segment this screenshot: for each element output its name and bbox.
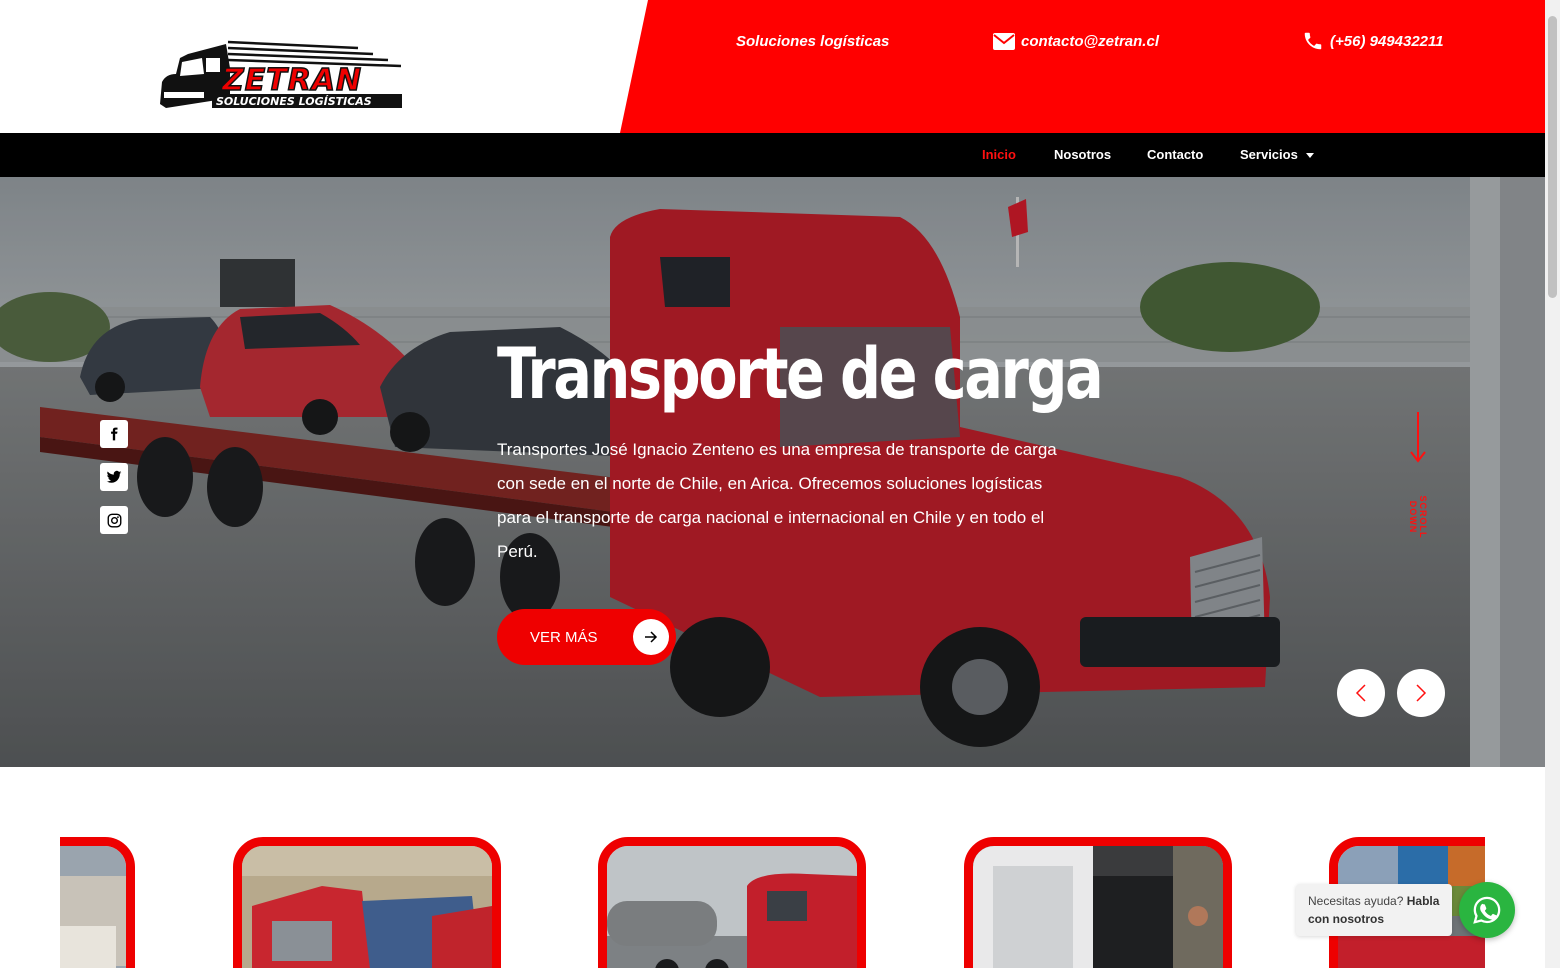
arrow-right-icon	[633, 619, 669, 655]
scrollbar-thumb[interactable]	[1548, 16, 1557, 298]
nav-item-inicio[interactable]: Inicio	[982, 133, 1016, 177]
service-card-image	[242, 846, 492, 968]
header-email[interactable]: contacto@zetran.cl	[993, 30, 1159, 52]
service-card-image	[607, 846, 857, 968]
instagram-icon[interactable]	[100, 506, 128, 534]
phone-icon	[1304, 32, 1322, 50]
slider-prev-button[interactable]	[1337, 669, 1385, 717]
header-red-band	[620, 0, 1545, 133]
truck-logo-icon: ZETRAN SOLUCIONES LOGÍSTICAS	[160, 40, 402, 108]
services-carousel	[60, 837, 1485, 968]
hero-title: Transporte de carga	[497, 333, 1104, 415]
arrow-down-icon	[1410, 412, 1426, 463]
whatsapp-icon	[1473, 896, 1501, 924]
nav-item-servicios[interactable]: Servicios	[1240, 133, 1314, 177]
ver-mas-button[interactable]: VER MÁS	[497, 609, 676, 665]
page-scrollbar[interactable]	[1545, 0, 1560, 968]
envelope-icon	[993, 32, 1015, 50]
logo-tagline: SOLUCIONES LOGÍSTICAS	[216, 95, 372, 108]
chat-prompt-bubble[interactable]: Necesitas ayuda? Habla con nosotros	[1296, 884, 1452, 936]
logo-wordmark: ZETRAN	[221, 63, 362, 98]
chevron-left-icon	[1355, 684, 1366, 702]
scroll-down-label: SCROLL DOWN	[1408, 495, 1428, 539]
service-card[interactable]	[964, 837, 1232, 968]
twitter-icon[interactable]	[100, 463, 128, 491]
main-nav: Inicio Nosotros Contacto Servicios	[0, 133, 1545, 177]
service-card[interactable]	[60, 837, 135, 968]
nav-item-contacto[interactable]: Contacto	[1147, 133, 1203, 177]
header-tagline: Soluciones logísticas	[736, 32, 890, 50]
site-logo[interactable]: ZETRAN SOLUCIONES LOGÍSTICAS	[158, 38, 406, 116]
hero-slider: Transporte de carga Transportes José Ign…	[0, 177, 1545, 767]
whatsapp-chat-button[interactable]	[1459, 882, 1515, 938]
caret-down-icon	[1305, 153, 1314, 159]
nav-item-nosotros[interactable]: Nosotros	[1054, 133, 1111, 177]
header-phone[interactable]: (+56) 949432211	[1302, 30, 1444, 52]
site-header: ZETRAN SOLUCIONES LOGÍSTICAS Soluciones …	[0, 0, 1545, 133]
chevron-right-icon	[1416, 684, 1427, 702]
slider-next-button[interactable]	[1397, 669, 1445, 717]
service-card-image	[60, 846, 126, 968]
facebook-icon[interactable]	[100, 420, 128, 448]
service-card-image	[973, 846, 1223, 968]
service-card[interactable]	[233, 837, 501, 968]
hero-description: Transportes José Ignacio Zenteno es una …	[497, 440, 1057, 561]
service-card[interactable]	[598, 837, 866, 968]
